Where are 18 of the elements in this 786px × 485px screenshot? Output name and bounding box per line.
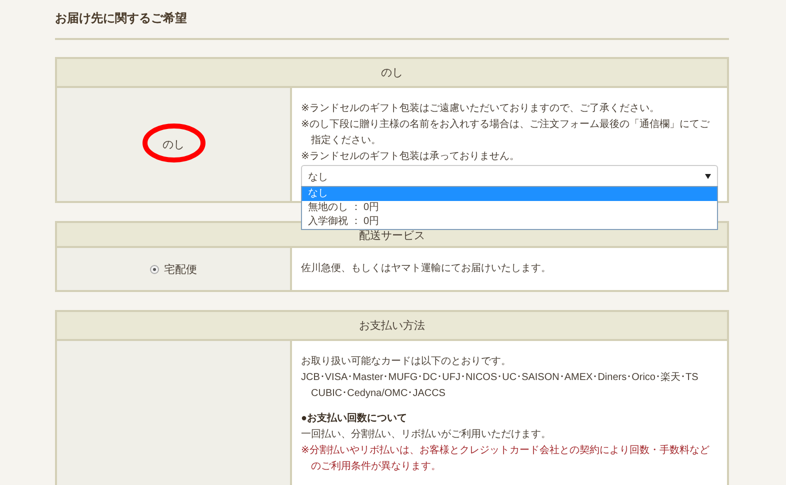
dropdown[interactable]: なし <box>301 165 718 188</box>
caret-icon <box>705 174 711 179</box>
description-text: お取り扱い可能なカードは以下のとおりです。 <box>301 354 512 369</box>
page-title: お届け先に関するご希望 <box>55 10 188 27</box>
warning-note: ※分割払いやリボ払いは、お客様とクレジットカード会社との契約により回数・手数料などのご利用条件が異なります。 <box>301 444 710 474</box>
section-header: お支払い方法 <box>55 310 729 341</box>
radio-label: 宅配便 <box>164 262 197 276</box>
description-text: ※のし下段に贈り主様の名前をお入れする場合は、ご注文フォーム最後の「通信欄」にてご指定ください。 <box>301 118 710 148</box>
dropdown-option[interactable]: 無地のし ： 0円 <box>302 201 717 215</box>
description-text: ※ランドセルのギフト包装はご遠慮いただいておりますので、ご了承ください。 <box>301 102 660 116</box>
section-header: のし <box>55 57 729 88</box>
row-label: のし <box>162 138 184 152</box>
section-subheading: ●お支払い回数について <box>301 412 408 426</box>
description-text: 一回払い、分割払い、リボ払いがご利用いただけます。 <box>301 428 552 442</box>
description-text: ※ランドセルのギフト包装は承っておりません。 <box>301 150 520 164</box>
description-text: JCB･VISA･Master･MUFG･DC･UFJ･NICOS･UC･SAISON･AMEX･Diners･Orico･楽天･TS CUBIC･Cedyna/OMC･JACCS <box>301 371 700 401</box>
description-text: 佐川急便、もしくはヤマト運輸にてお届けいたします。 <box>301 262 552 276</box>
radio-button[interactable] <box>150 264 159 274</box>
